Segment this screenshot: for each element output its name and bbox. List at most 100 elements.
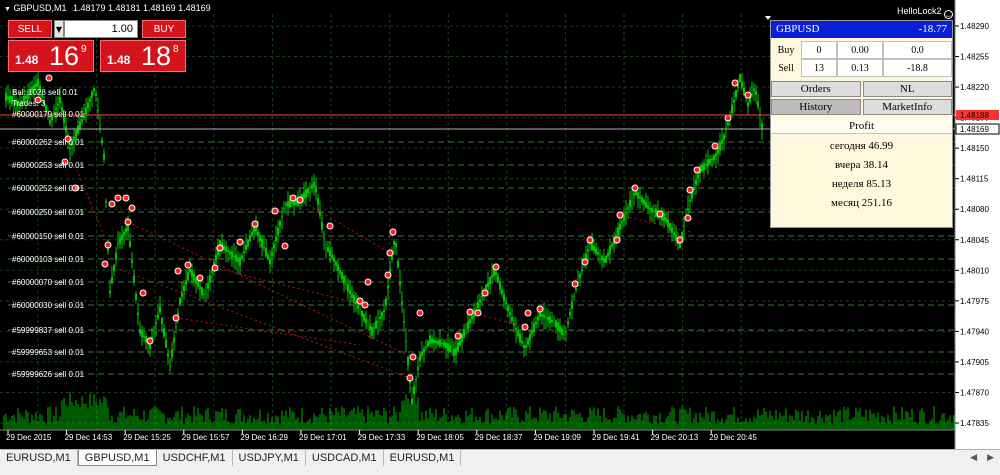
profit-month: месяц 251.16 [831,197,892,209]
trade-marker [616,211,624,219]
trade-marker [389,228,397,236]
trade-marker [251,220,259,228]
position-grid: Buy 0 0.00 0.0 Sell 13 0.13 -18.8 [771,41,952,77]
time-tick-label: 29 Dec 17:01 [299,433,347,442]
trade-marker [693,166,701,174]
time-tick-label: 29 Dec 18:37 [475,433,523,442]
trade-marker [364,278,372,286]
tab-left-arrow-icon[interactable]: ◀ [970,450,977,466]
trade-marker [211,264,219,272]
trade-marker [361,301,369,309]
trade-marker [536,305,544,313]
price-tick-label: 1.48115 [960,175,989,184]
trade-marker [326,222,334,230]
time-tick-label: 29 Dec 15:25 [123,433,171,442]
tab-eurusd-m1[interactable]: EURUSD,M1 [384,450,462,466]
tab-usdjpy-m1[interactable]: USDJPY,M1 [233,450,306,466]
chart-tabs: EURUSD,M1 GBPUSD,M1 USDCHF,M1 USDJPY,M1 USDC… [0,449,1000,466]
order-label: #60000252 sell 0.01 [12,184,85,193]
time-tick-label: 29 Dec 2015 [6,433,52,442]
tab-eurusd-m1[interactable]: EURUSD,M1 [0,450,78,466]
price-tick-label: 1.48150 [960,144,989,153]
order-label: #60000030 sell 0.01 [12,301,85,310]
bid-price-text: 1.48169 [960,125,989,134]
sell-price-fraction: 9 [81,44,87,55]
trade-marker [571,280,579,288]
trade-marker [45,74,53,82]
order-label: #60000150 sell 0.01 [12,232,85,241]
smile-icon: ‿ [944,10,954,19]
trade-marker [172,314,180,322]
marketinfo-button[interactable]: MarketInfo [862,99,952,115]
trade-marker [613,236,621,244]
buy-pnl: 0.0 [883,41,952,59]
trade-marker [108,200,116,208]
overlay-balance: Bal: 1028 sell 0.01 [12,88,78,97]
tab-usdchf-m1[interactable]: USDCHF,M1 [157,450,233,466]
chart-title-triangle-icon: ▼ [4,6,11,13]
profit-week: неделя 85.13 [831,178,892,190]
sell-row-label: Sell [771,59,801,77]
info-buttons: Orders NL History MarketInfo [771,79,952,117]
expert-label: HelloLock2 [897,6,942,16]
expert-name: HelloLock2 ‿ [897,6,954,19]
trade-marker [466,308,474,316]
trade-marker [521,323,529,331]
trade-marker [524,309,532,317]
trade-marker [586,236,594,244]
history-button[interactable]: History [771,99,861,115]
time-tick-label: 29 Dec 16:29 [240,433,288,442]
price-tick-label: 1.47835 [960,419,989,428]
trade-marker [139,289,147,297]
buy-lots: 0.00 [837,41,883,59]
profit-stats: сегодня 46.99 вчера 38.14 неделя 85.13 м… [771,137,952,213]
nl-button[interactable]: NL [862,81,952,97]
tab-scroll-arrows[interactable]: ◀ ▶ [970,450,1000,466]
trade-marker [289,194,297,202]
overlay-order: #60000179 sell 0.01 [12,110,85,119]
ask-price-text: 1.48188 [960,111,989,120]
price-tick-label: 1.48220 [960,83,989,92]
order-label: #59999837 sell 0.01 [12,326,85,335]
price-tick-label: 1.48045 [960,236,989,245]
price-tick-label: 1.48080 [960,205,989,214]
price-tick-label: 1.47940 [960,327,989,336]
lot-spinner-icon[interactable]: ▼ [54,20,64,38]
sell-price-button[interactable]: 1.48 16 9 [8,40,94,72]
tab-gbpusd-m1[interactable]: GBPUSD,M1 [77,450,157,466]
trade-marker [581,258,589,266]
price-tick-label: 1.48255 [960,53,989,62]
price-tick-label: 1.48290 [960,22,989,31]
lot-input[interactable]: 1.00 [64,20,138,38]
sell-pnl: -18.8 [883,59,952,77]
sell-lots: 0.13 [837,59,883,77]
time-tick-label: 29 Dec 15:57 [182,433,230,442]
order-label: #60000262 sell 0.01 [12,138,85,147]
order-label: #59999653 sell 0.01 [12,348,85,357]
buy-button[interactable]: BUY [142,20,186,38]
trade-marker [416,309,424,317]
tab-usdcad-m1[interactable]: USDCAD,M1 [306,450,384,466]
time-tick-label: 29 Dec 20:45 [709,433,757,442]
buy-count: 0 [801,41,837,59]
one-click-trading-panel: SELL ▼ 1.00 BUY 1.48 16 9 1.48 18 8 [8,20,186,72]
sell-button[interactable]: SELL [8,20,52,38]
trade-marker [474,309,482,317]
tab-right-arrow-icon[interactable]: ▶ [987,450,994,466]
profit-today: сегодня 46.99 [829,140,894,152]
info-symbol: GBPUSD [776,23,820,35]
price-tick-label: 1.47905 [960,358,989,367]
expert-info-panel: GBPUSD -18.77 Buy 0 0.00 0.0 Sell 13 0.1… [770,20,953,228]
trade-marker [406,374,414,382]
trade-marker [724,114,732,122]
buy-price-button[interactable]: 1.48 18 8 [100,40,186,72]
trade-marker [124,218,132,226]
trade-marker [631,184,639,192]
orders-button[interactable]: Orders [771,81,861,97]
price-tick-label: 1.48010 [960,266,989,275]
trade-marker [128,204,136,212]
order-label: #59999626 sell 0.01 [12,370,85,379]
order-label: #60000253 sell 0.01 [12,161,85,170]
trade-marker [454,332,462,340]
trade-marker [296,196,304,204]
